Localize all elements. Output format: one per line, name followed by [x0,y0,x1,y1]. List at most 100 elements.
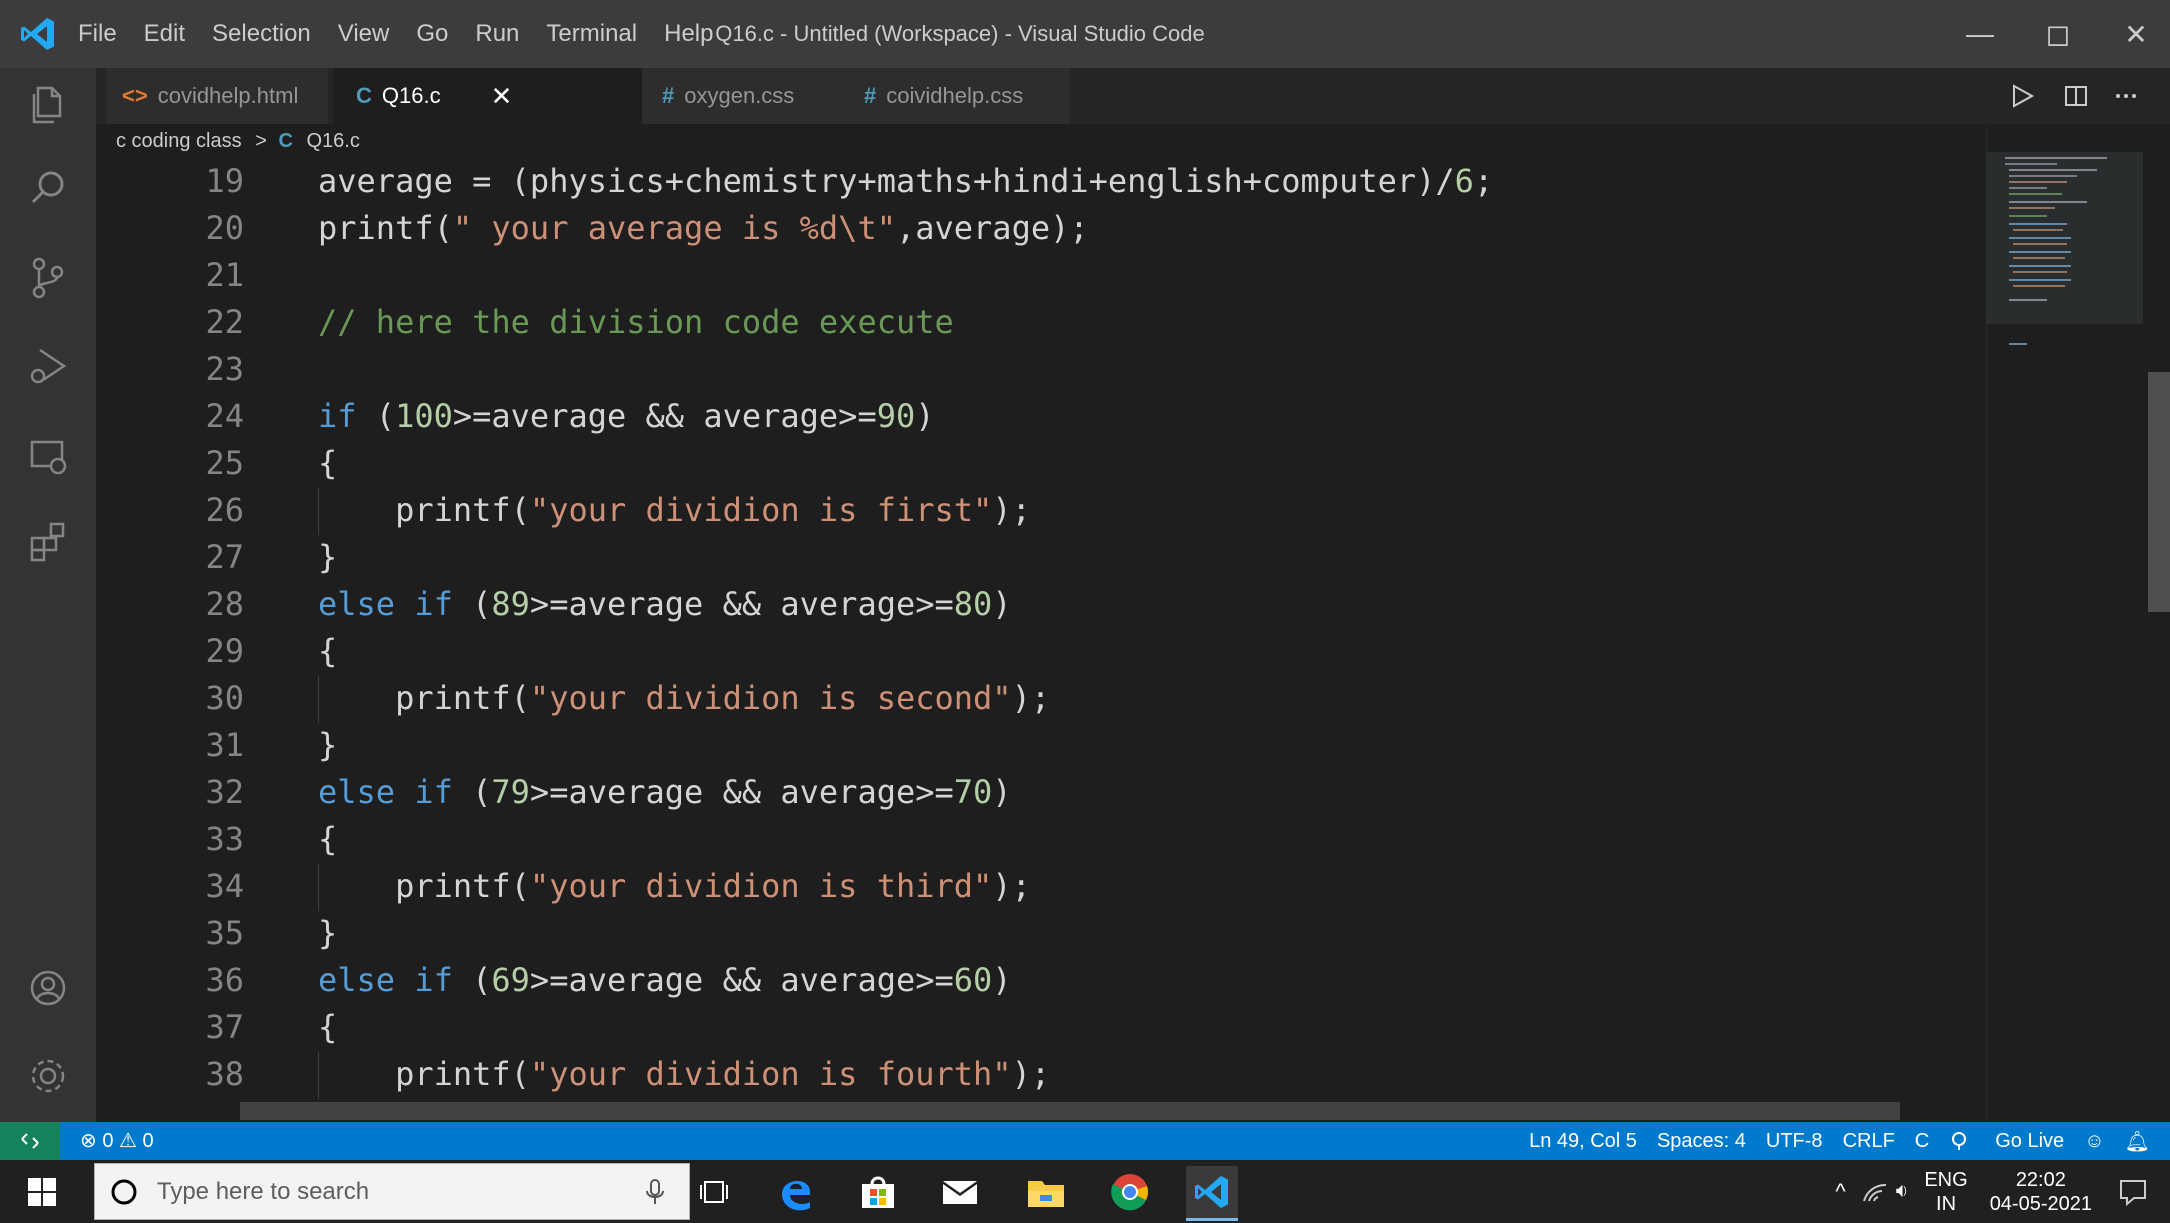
notifications-bell-icon[interactable]: 🔔︎ [2125,1129,2150,1154]
line-code: printf("your dividion is fourth"); [318,1051,1050,1098]
run-file-icon[interactable] [2008,82,2036,110]
code-token: // here the division code execute [318,303,954,341]
go-live-button[interactable]: Go Live [1949,1130,2064,1153]
maximize-button[interactable]: ◻ [2024,0,2092,68]
tab-covidhelp-html[interactable]: <> covidhelp.html [106,68,328,124]
menu-run[interactable]: Run [475,20,519,48]
tab-q16-c[interactable]: C Q16.c ✕ [334,68,642,124]
minimize-button[interactable]: — [1946,0,2014,68]
clock[interactable]: 22:02 04-05-2021 [1990,1168,2092,1216]
close-tab-icon[interactable]: ✕ [491,81,513,112]
clock-date: 04-05-2021 [1989,1192,2092,1215]
minimap[interactable] [1986,124,2143,1120]
code-line[interactable]: 38 printf("your dividion is fourth"); [96,1051,1986,1098]
code-line[interactable]: 29 { [96,628,1986,675]
chrome-browser-icon[interactable] [1104,1166,1156,1218]
remote-explorer-icon[interactable] [24,432,72,480]
line-number: 28 [205,585,244,623]
line-number: 36 [205,961,244,999]
code-line[interactable]: 26 printf("your dividion is first"); [96,487,1986,534]
code-line[interactable]: 21 [96,252,1986,299]
line-number: 25 [205,444,244,482]
horizontal-scrollbar[interactable] [240,1102,1900,1120]
search-placeholder: Type here to search [157,1177,370,1205]
vertical-scrollbar-thumb[interactable] [2148,372,2170,612]
edge-browser-icon[interactable] [770,1166,822,1218]
menu-edit[interactable]: Edit [144,20,185,48]
code-editor[interactable]: 19 average = (physics+chemistry+maths+hin… [96,158,1986,1120]
file-explorer-icon[interactable] [1020,1166,1072,1218]
code-token: >=average && average>= [529,585,954,623]
menu-file[interactable]: File [78,20,117,48]
code-line[interactable]: 36 else if (69>=average && average>=60) [96,957,1986,1004]
code-line[interactable]: 31} [96,722,1986,769]
code-token: ); [992,491,1031,529]
line-number: 38 [205,1055,244,1093]
code-line[interactable]: 37 { [96,1004,1986,1051]
menu-go[interactable]: Go [416,20,448,48]
extensions-icon[interactable] [24,518,72,566]
code-token: 6 [1454,162,1474,200]
broadcast-icon [1952,1132,1967,1150]
menu-terminal[interactable]: Terminal [546,20,637,48]
split-editor-icon[interactable] [2062,82,2090,110]
microsoft-store-icon[interactable] [852,1166,904,1218]
menu-view[interactable]: View [338,20,390,48]
wifi-icon[interactable] [1862,1181,1888,1203]
language-code: ENG [1924,1168,1968,1191]
line-code: { [318,440,337,487]
code-line[interactable]: 34 printf("your dividion is third"); [96,863,1986,910]
line-code: printf("your dividion is first"); [318,487,1031,534]
code-line[interactable]: 23 [96,346,1986,393]
tab-oxygen-css[interactable]: # oxygen.css [642,68,838,124]
code-line[interactable]: 32 else if (79>=average && average>=70) [96,769,1986,816]
breadcrumb-file[interactable]: Q16.c [306,130,359,152]
breadcrumb-folder[interactable]: c coding class [116,130,242,152]
run-debug-icon[interactable] [24,342,72,390]
tab-label: oxygen.css [684,83,795,108]
eol-status[interactable]: CRLF [1843,1130,1895,1153]
indentation-status[interactable]: Spaces: 4 [1657,1130,1746,1153]
code-line[interactable]: 35} [96,910,1986,957]
problems-status[interactable]: ⊗ 0 ⚠ 0 [80,1122,154,1160]
encoding-status[interactable]: UTF-8 [1766,1130,1823,1153]
speaker-volume-icon[interactable]: 🔉︎ [1896,1180,1909,1203]
input-language-indicator[interactable]: ENG IN [1924,1168,1967,1216]
taskbar-search-box[interactable]: Type here to search [94,1163,690,1220]
code-line[interactable]: 19 average = (physics+chemistry+maths+hin… [96,158,1986,205]
settings-gear-icon[interactable] [24,1052,72,1100]
region-code: IN [1936,1192,1957,1215]
remote-indicator[interactable] [0,1122,60,1160]
tab-coividhelp-css[interactable]: # coividhelp.css [838,68,1070,124]
task-view-icon[interactable] [688,1166,740,1218]
mail-icon[interactable] [934,1166,986,1218]
source-control-icon[interactable] [24,254,72,302]
close-window-button[interactable]: ✕ [2102,0,2170,68]
tab-label: covidhelp.html [157,83,299,108]
code-line[interactable]: 33 { [96,816,1986,863]
vscode-taskbar-icon[interactable] [1186,1166,1238,1221]
accounts-icon[interactable] [24,964,72,1012]
search-icon[interactable] [24,164,72,212]
code-line[interactable]: 28 else if (89>=average && average>=80) [96,581,1986,628]
code-line[interactable]: 25 { [96,440,1986,487]
line-code: // here the division code execute [318,299,954,346]
feedback-icon[interactable]: ☺ [2084,1130,2104,1153]
action-center-icon[interactable] [2118,1178,2148,1206]
explorer-icon[interactable] [24,80,72,128]
menu-help[interactable]: Help [664,20,713,48]
microphone-icon[interactable] [643,1177,667,1207]
menu-selection[interactable]: Selection [212,20,311,48]
code-line[interactable]: 30 printf("your dividion is second"); [96,675,1986,722]
more-actions-icon[interactable] [2112,82,2140,110]
code-line[interactable]: 27} [96,534,1986,581]
code-token: printf( [318,679,530,717]
code-line[interactable]: 24 if (100>=average && average>=90) [96,393,1986,440]
line-number: 26 [205,491,244,529]
windows-start-icon[interactable] [28,1178,56,1206]
language-mode[interactable]: C [1915,1130,1929,1153]
code-line[interactable]: 22 // here the division code execute [96,299,1986,346]
cursor-position[interactable]: Ln 49, Col 5 [1529,1130,1637,1153]
show-hidden-icons-chevron-icon[interactable]: ^ [1835,1179,1845,1205]
code-line[interactable]: 20 printf(" your average is %d\t",average… [96,205,1986,252]
